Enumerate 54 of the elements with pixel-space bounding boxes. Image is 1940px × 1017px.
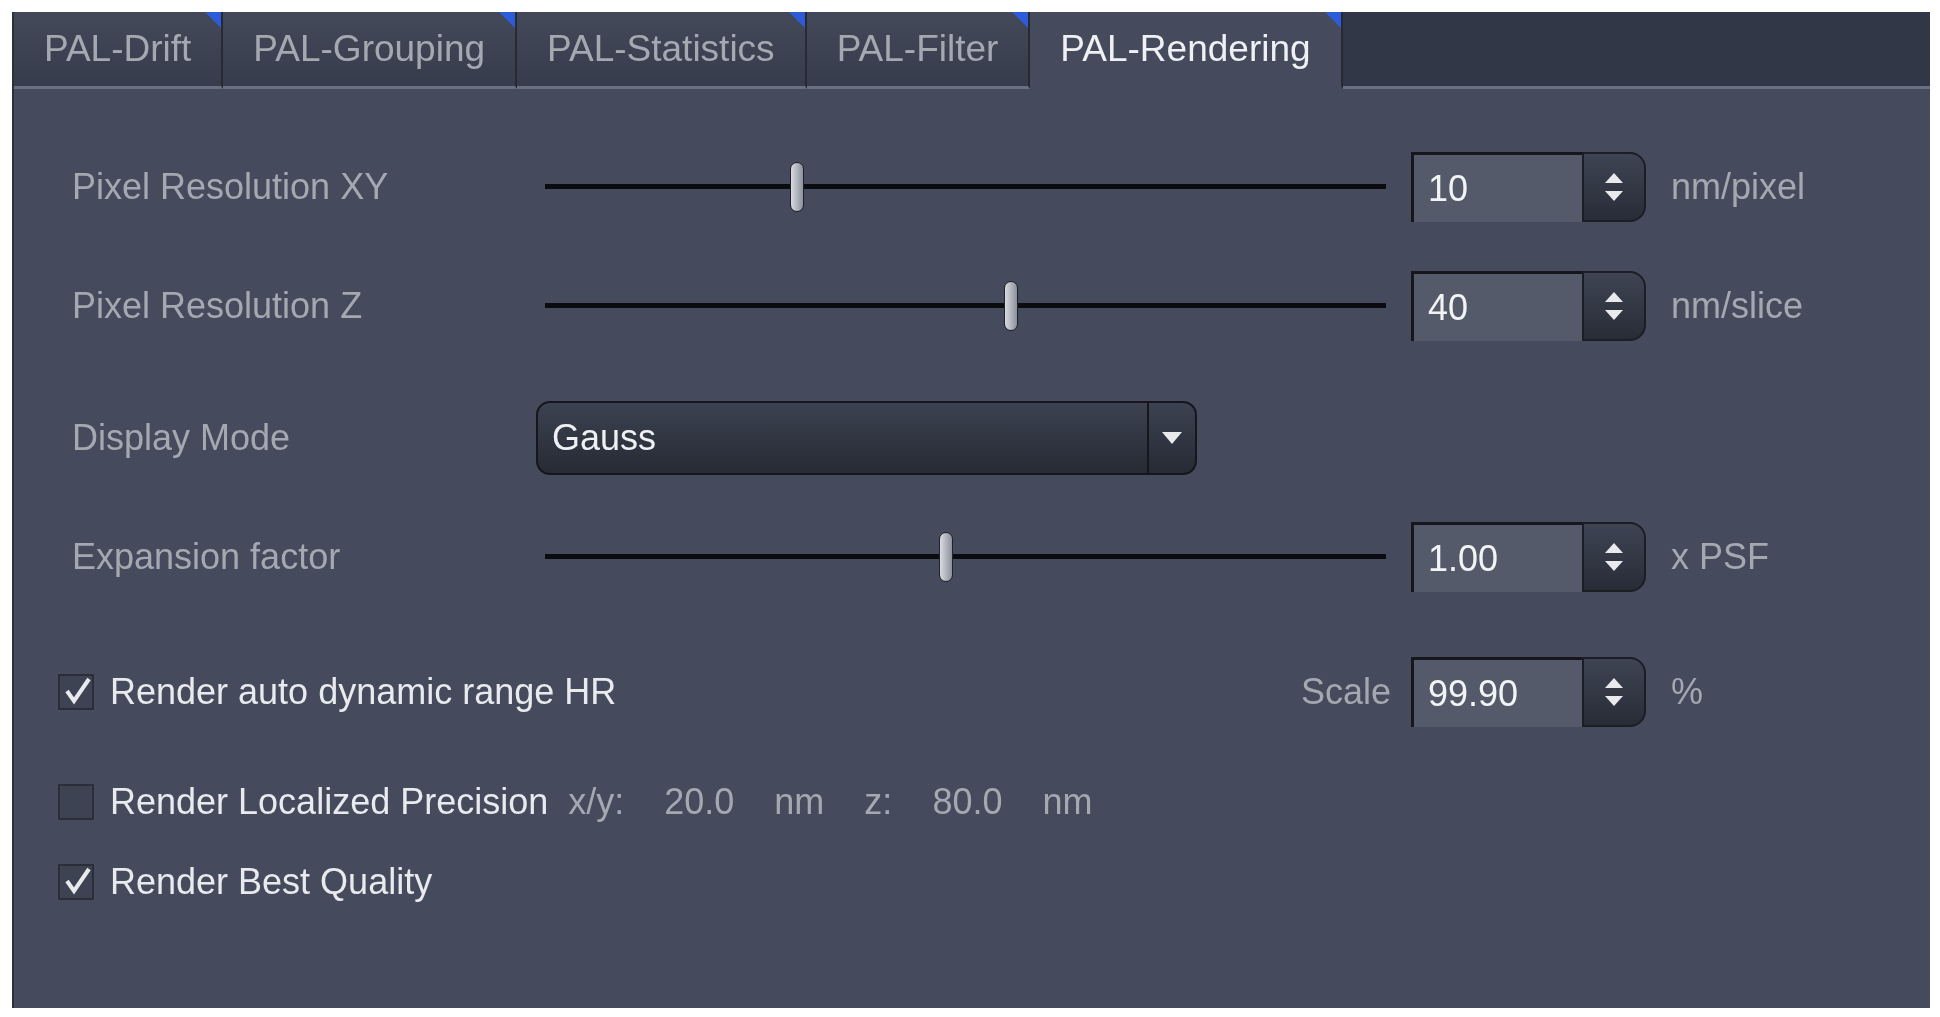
spin-arrows[interactable] — [1582, 657, 1646, 727]
number-input[interactable]: 10 — [1411, 152, 1582, 222]
tab[interactable]: PAL-Grouping — [223, 12, 518, 89]
slider-thumb[interactable] — [790, 162, 805, 212]
setting-label: Pixel Resolution XY — [71, 166, 390, 208]
up-arrow-icon — [1605, 543, 1623, 553]
up-arrow-icon — [1605, 678, 1623, 688]
up-arrow-icon — [1605, 292, 1623, 302]
checkbox[interactable] — [58, 864, 94, 900]
setting-label: Display Mode — [71, 417, 292, 459]
mode-dropdown[interactable]: Gauss — [536, 401, 1197, 475]
spin-arrows[interactable] — [1582, 271, 1646, 341]
slider[interactable] — [545, 532, 1386, 582]
xy-value: 20.0 — [664, 781, 735, 823]
unit-label: nm — [774, 781, 825, 823]
unit-label: nm — [1042, 781, 1093, 823]
unit-label: nm/pixel — [1671, 166, 1807, 208]
number-spinbox[interactable]: 40 — [1411, 271, 1646, 341]
number-input[interactable]: 40 — [1411, 271, 1582, 341]
z-label: z: — [864, 781, 893, 823]
number-spinbox[interactable]: 99.90 — [1411, 657, 1646, 727]
checkbox-label[interactable]: Render Best Quality — [110, 861, 433, 903]
slider[interactable] — [545, 162, 1386, 212]
unit-label: x PSF — [1671, 536, 1770, 578]
checkbox[interactable] — [58, 674, 94, 710]
slider[interactable] — [545, 281, 1386, 331]
checkbox-label[interactable]: Render Localized Precision — [110, 781, 549, 823]
tab[interactable]: PAL-Rendering — [1030, 12, 1343, 89]
z-value: 80.0 — [932, 781, 1003, 823]
slider-thumb[interactable] — [1003, 281, 1018, 331]
down-arrow-icon — [1605, 561, 1623, 571]
tab[interactable]: PAL-Statistics — [517, 12, 807, 89]
down-arrow-icon — [1605, 696, 1623, 706]
spin-arrows[interactable] — [1582, 152, 1646, 222]
spin-arrows[interactable] — [1582, 522, 1646, 592]
scale-label: Scale — [1300, 671, 1391, 713]
up-arrow-icon — [1605, 173, 1623, 183]
checkbox-label[interactable]: Render auto dynamic range HR — [110, 671, 617, 713]
number-spinbox[interactable]: 1.00 — [1411, 522, 1646, 592]
xy-label: x/y: — [568, 781, 625, 823]
checkbox[interactable] — [58, 784, 94, 820]
dropdown-arrow-icon — [1162, 432, 1182, 444]
number-input[interactable]: 99.90 — [1411, 657, 1582, 727]
down-arrow-icon — [1605, 310, 1623, 320]
tab[interactable]: PAL-Drift — [14, 12, 224, 89]
setting-label: Pixel Resolution Z — [71, 285, 364, 327]
number-input[interactable]: 1.00 — [1411, 522, 1582, 592]
unit-label: nm/slice — [1671, 285, 1805, 327]
unit-label: % — [1671, 671, 1704, 713]
slider-thumb[interactable] — [939, 532, 954, 582]
number-spinbox[interactable]: 10 — [1411, 152, 1646, 222]
setting-label: Expansion factor — [71, 536, 342, 578]
down-arrow-icon — [1605, 191, 1623, 201]
tab[interactable]: PAL-Filter — [806, 12, 1031, 89]
